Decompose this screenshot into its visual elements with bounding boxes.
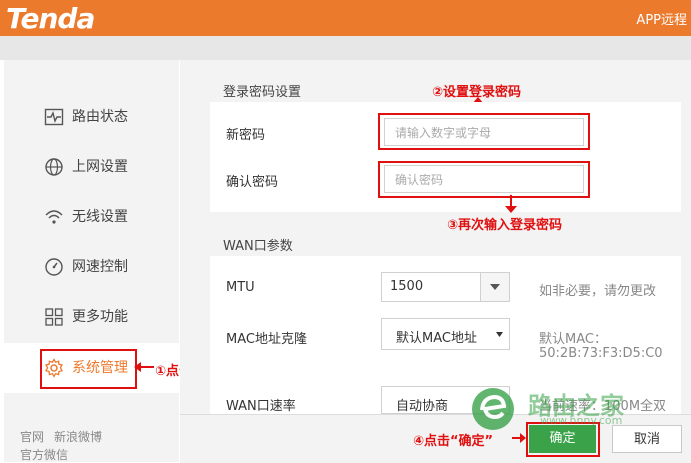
caret-down-icon [496,332,503,337]
login-password-title: 登录密码设置 [223,85,302,100]
mac-default-hint: 默认MAC： [539,332,607,347]
highlight-confirm-password [378,161,590,198]
wan-title: WAN口参数 [223,239,293,254]
grid-icon [45,308,63,326]
sidebar-item-speed-control[interactable]: 网速控制 [4,242,179,292]
header-band [0,36,691,60]
wifi-icon [45,210,63,224]
mtu-select[interactable]: 1500 [381,272,510,302]
highlight-system-management [40,349,137,389]
mac-clone-select[interactable]: 默认MAC地址 [381,318,510,350]
top-bar: Tenda APP远程 [0,0,691,36]
wan-speed-label: WAN口速率 [226,399,296,414]
sidebar-item-label: 网速控制 [72,259,128,275]
arrow-left-icon [134,362,154,372]
mac-clone-value: 默认MAC地址 [396,331,477,346]
watermark-url: www.hnny.com [540,414,623,427]
sidebar-item-label: 更多功能 [72,309,128,325]
sidebar-item-label: 上网设置 [72,159,128,175]
highlight-new-password [378,113,590,150]
mtu-value: 1500 [390,279,424,294]
sidebar-item-more-features[interactable]: 更多功能 [4,292,179,342]
speedometer-icon [45,258,63,276]
confirm-password-label: 确认密码 [226,175,279,190]
arrow-down-icon [505,195,517,213]
annotation-click-ok: ④点击“确定” [413,434,494,449]
mac-address: 50:2B:73:F3:D5:C0 [539,346,663,361]
status-wave-icon [44,108,64,126]
sidebar-item-label: 路由状态 [72,109,128,125]
annotation-reenter-password: ③再次输入登录密码 [447,218,563,233]
footer-links-row2: 官方微信 [20,446,78,463]
sidebar-item-internet-settings[interactable]: 上网设置 [4,142,179,192]
sidebar-item-router-status[interactable]: 路由状态 [4,92,179,142]
watermark-logo-icon [472,388,514,430]
tenda-logo[interactable]: Tenda [6,2,95,35]
sidebar-item-label: 无线设置 [72,209,128,225]
arrow-right-icon [512,433,526,443]
caret-down-icon [490,284,500,290]
globe-icon [45,158,63,176]
footer-links-row1: 官网 新浪微博 [20,428,112,445]
mtu-label: MTU [226,280,255,295]
wechat-link[interactable]: 官方微信 [20,448,68,462]
weibo-link[interactable]: 新浪微博 [54,430,102,444]
mtu-hint: 如非必要，请勿更改 [539,284,657,299]
mtu-dropdown-button[interactable] [480,273,509,301]
highlight-ok-button [526,422,600,457]
cancel-button[interactable]: 取消 [612,425,682,453]
new-password-label: 新密码 [226,128,266,143]
official-site-link[interactable]: 官网 [20,430,44,444]
app-remote-link[interactable]: APP远程 [636,9,687,28]
mac-clone-label: MAC地址克隆 [226,332,307,347]
sidebar-item-wireless-settings[interactable]: 无线设置 [4,192,179,242]
wan-speed-value: 自动协商 [396,399,449,414]
